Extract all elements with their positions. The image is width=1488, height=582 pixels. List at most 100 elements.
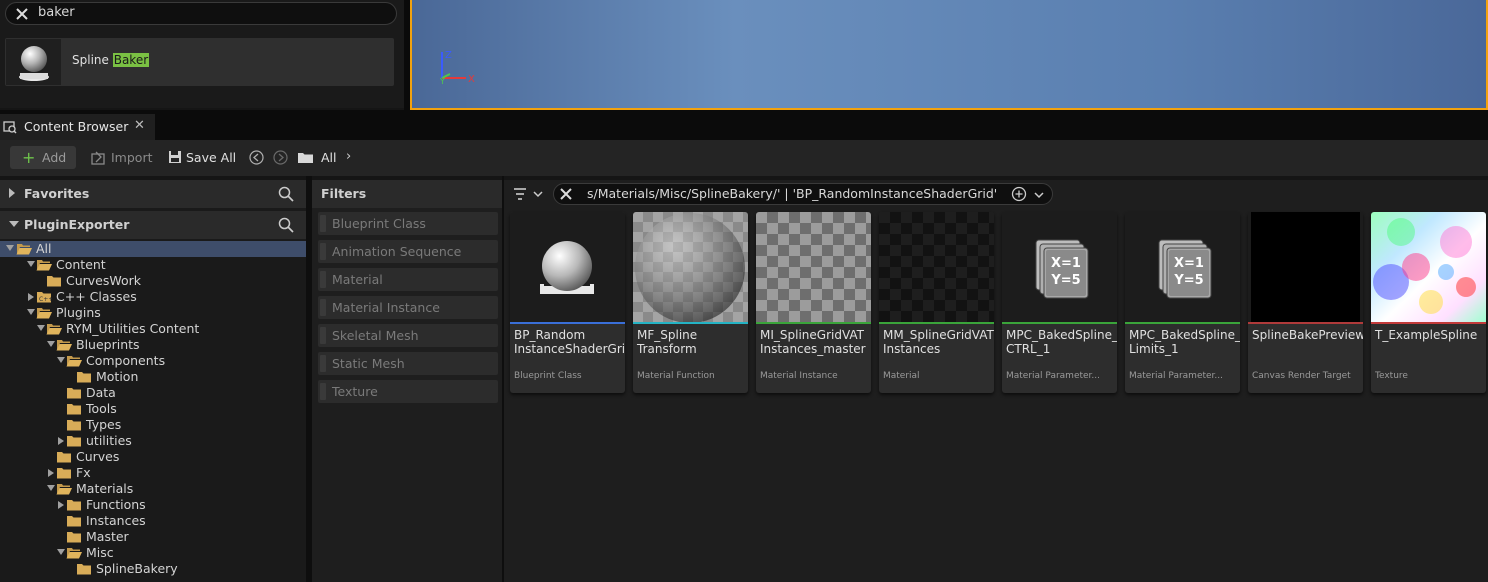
asset-thumbnail [1248, 212, 1363, 322]
expand-arrow-icon[interactable] [58, 501, 64, 509]
folder-icon [67, 516, 81, 527]
filter-item[interactable]: Static Mesh [318, 352, 498, 375]
tree-item[interactable]: Data [0, 385, 306, 401]
expand-arrow-icon[interactable] [48, 469, 54, 477]
asset-tile[interactable]: X=1 Y=5 MPC_BakedSpline_ CTRL_1 Material Pa… [1002, 212, 1117, 393]
tree-item[interactable]: Components [0, 353, 306, 369]
asset-type-color-bar [1371, 322, 1486, 324]
asset-name: MF_Spline Transform [637, 328, 698, 356]
import-icon[interactable] [91, 151, 107, 165]
tree-item[interactable]: Materials [0, 481, 306, 497]
close-icon[interactable] [13, 5, 31, 23]
tree-item[interactable]: All [0, 241, 306, 257]
tree-item[interactable]: C++ C++ Classes [0, 289, 306, 305]
tree-item[interactable]: CurvesWork [0, 273, 306, 289]
filter-item[interactable]: Material [318, 268, 498, 291]
asset-tile[interactable]: T_ExampleSpline Texture [1371, 212, 1486, 393]
add-circle-icon[interactable] [1011, 186, 1027, 202]
tree-item[interactable]: Types [0, 417, 306, 433]
tree-item[interactable]: Fx [0, 465, 306, 481]
tree-item[interactable]: Instances [0, 513, 306, 529]
asset-name: MPC_BakedSpline_ CTRL_1 [1006, 328, 1117, 356]
axis-gizmo-icon: Z X Y [439, 50, 475, 84]
back-arrow-icon[interactable] [249, 150, 264, 165]
tree-item[interactable]: Curves [0, 449, 306, 465]
filter-checkbox[interactable] [320, 327, 326, 344]
filter-item[interactable]: Material Instance [318, 296, 498, 319]
tree-item[interactable]: RYM_Utilities Content [0, 321, 306, 337]
tree-item[interactable]: SplineBakery [0, 561, 306, 577]
asset-tile[interactable]: X=1 Y=5 MPC_BakedSpline_ Limits_1 Material … [1125, 212, 1240, 393]
search-icon[interactable] [278, 186, 294, 202]
expand-arrow-icon[interactable] [9, 188, 15, 198]
tree-item[interactable]: Master [0, 529, 306, 545]
tree-item[interactable]: Misc [0, 545, 306, 561]
tree-item[interactable]: Functions [0, 497, 306, 513]
filter-checkbox[interactable] [320, 299, 326, 316]
filters-header: Filters [312, 180, 502, 208]
favorites-header[interactable]: Favorites [0, 180, 306, 208]
filter-checkbox[interactable] [320, 271, 326, 288]
tab-label: Content Browser [24, 119, 129, 134]
chevron-down-icon[interactable] [1033, 189, 1045, 201]
tree-item-label: CurvesWork [66, 273, 142, 288]
folder-icon [67, 388, 81, 399]
filter-item[interactable]: Texture [318, 380, 498, 403]
sphere-asset-icon [6, 39, 61, 85]
asset-tile[interactable]: MI_SplineGridVAT Instances_master Materia… [756, 212, 871, 393]
close-tab-icon[interactable]: ✕ [134, 118, 145, 133]
filter-item[interactable]: Skeletal Mesh [318, 324, 498, 347]
asset-name: BP_Random InstanceShaderGrid [514, 328, 625, 356]
filter-checkbox[interactable] [320, 215, 326, 232]
tree-item[interactable]: Tools [0, 401, 306, 417]
asset-tile[interactable]: MF_Spline Transform Material Function [633, 212, 748, 393]
collapse-arrow-icon[interactable] [57, 549, 65, 555]
close-icon[interactable] [559, 187, 573, 201]
tree-item[interactable]: Plugins [0, 305, 306, 321]
asset-thumbnail: X=1 Y=5 [1002, 212, 1117, 322]
expand-arrow-icon[interactable] [58, 437, 64, 445]
search-result-item[interactable]: Spline Baker [5, 38, 394, 86]
filter-checkbox[interactable] [320, 355, 326, 372]
search-input[interactable]: baker [5, 2, 397, 25]
tab-content-browser[interactable]: Content Browser ✕ [0, 114, 155, 140]
import-button[interactable]: Import [111, 150, 153, 165]
plugin-exporter-header[interactable]: PluginExporter [0, 211, 306, 239]
filter-checkbox[interactable] [320, 383, 326, 400]
tree-item[interactable]: Content [0, 257, 306, 273]
save-all-button[interactable]: Save All [186, 150, 236, 165]
chevron-right-icon[interactable]: › [346, 149, 351, 164]
asset-tile[interactable]: SplineBakePreview Canvas Render Target [1248, 212, 1363, 393]
tree-item-label: Motion [96, 369, 139, 384]
collapse-arrow-icon[interactable] [9, 221, 19, 227]
search-icon[interactable] [278, 217, 294, 233]
collapse-arrow-icon[interactable] [27, 309, 35, 315]
filter-dropdown-icon[interactable] [512, 186, 544, 202]
asset-name: MI_SplineGridVAT Instances_master [760, 328, 866, 356]
collapse-arrow-icon[interactable] [6, 245, 14, 251]
filter-item[interactable]: Animation Sequence [318, 240, 498, 263]
filter-item[interactable]: Blueprint Class [318, 212, 498, 235]
collapse-arrow-icon[interactable] [47, 341, 55, 347]
asset-search-input[interactable]: s/Materials/Misc/SplineBakery/' | 'BP_Ra… [553, 183, 1053, 205]
expand-arrow-icon[interactable] [28, 293, 34, 301]
collapse-arrow-icon[interactable] [37, 325, 45, 331]
tree-item[interactable]: utilities [0, 433, 306, 449]
tree-item[interactable]: Motion [0, 369, 306, 385]
collapse-arrow-icon[interactable] [57, 357, 65, 363]
tree-item-label: Instances [86, 513, 146, 528]
tree-item[interactable]: Blueprints [0, 337, 306, 353]
collapse-arrow-icon[interactable] [47, 485, 55, 491]
forward-arrow-icon[interactable] [273, 150, 288, 165]
asset-thumbnail [1371, 212, 1486, 322]
breadcrumb-all[interactable]: All [321, 150, 337, 165]
add-button[interactable]: + Add [10, 146, 76, 169]
save-icon[interactable] [168, 150, 182, 164]
collapse-arrow-icon[interactable] [27, 261, 35, 267]
asset-tile[interactable]: MM_SplineGridVAT Instances Material [879, 212, 994, 393]
axis-y-label: Y [439, 77, 445, 84]
filter-checkbox[interactable] [320, 243, 326, 260]
level-viewport[interactable]: Z X Y [410, 0, 1488, 110]
asset-tile[interactable]: BP_Random InstanceShaderGrid Blueprint Cl… [510, 212, 625, 393]
folder-icon [67, 420, 81, 431]
